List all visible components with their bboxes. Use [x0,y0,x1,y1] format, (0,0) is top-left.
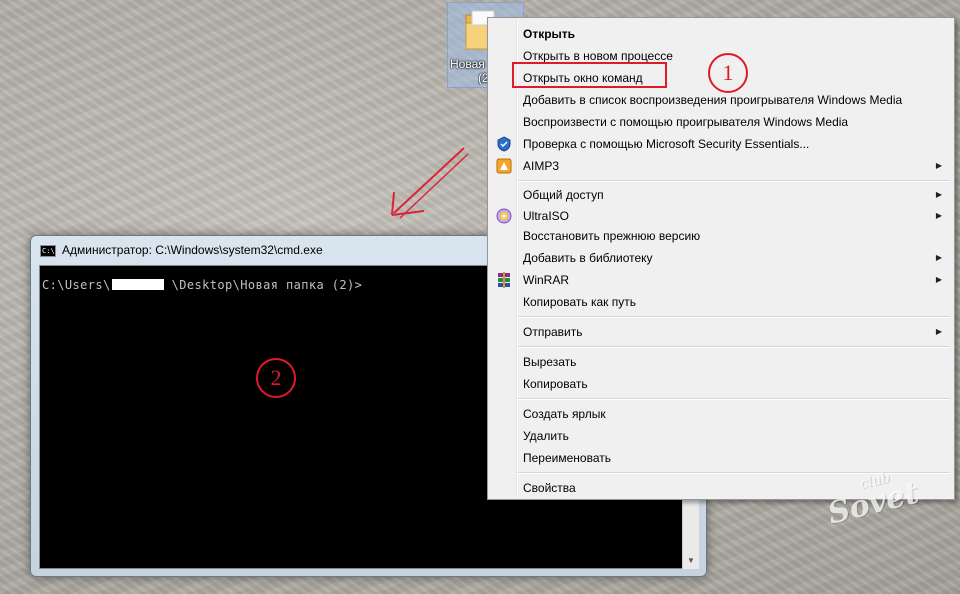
menu-item-label: Добавить в список воспроизведения проигр… [523,93,903,107]
menu-item-label: Удалить [523,429,569,443]
submenu-arrow-icon: ▶ [935,327,942,336]
menu-item-restore-previous-version[interactable]: Восстановить прежнюю версию [490,225,952,247]
menu-item-label: Копировать [523,377,588,391]
step-marker-2: 2 [256,358,296,398]
submenu-arrow-icon: ▶ [935,211,942,220]
ultraiso-icon [496,208,512,224]
menu-item-delete[interactable]: Удалить [490,425,952,447]
menu-item-aimp3[interactable]: AIMP3 ▶ [490,155,952,177]
menu-item-label: Переименовать [523,451,611,465]
menu-item-label: Восстановить прежнюю версию [523,229,701,243]
menu-separator [518,316,950,318]
menu-item-security-essentials-scan[interactable]: Проверка с помощью Microsoft Security Es… [490,133,952,155]
highlight-box-annotation [512,62,667,88]
menu-item-play-with-wmp[interactable]: Воспроизвести с помощью проигрывателя Wi… [490,111,952,133]
menu-separator [518,346,950,348]
menu-item-send-to[interactable]: Отправить ▶ [490,321,952,343]
scroll-down-arrow-icon[interactable]: ▼ [683,555,699,567]
menu-item-label: Общий доступ [523,188,604,202]
cmd-window-title: Администратор: C:\Windows\system32\cmd.e… [62,243,323,257]
submenu-arrow-icon: ▶ [935,161,942,170]
censored-username [112,279,164,290]
aimp-icon [496,158,512,174]
step-marker-1: 1 [708,53,748,93]
menu-item-label: Копировать как путь [523,295,636,309]
menu-item-label: Отправить [523,325,583,339]
submenu-arrow-icon: ▶ [935,190,942,199]
menu-separator [518,398,950,400]
menu-item-winrar[interactable]: WinRAR ▶ [490,269,952,291]
menu-item-ultraiso[interactable]: UltraISO ▶ [490,205,952,227]
security-essentials-icon [497,136,511,152]
menu-item-add-to-library[interactable]: Добавить в библиотеку ▶ [490,247,952,269]
menu-item-copy-as-path[interactable]: Копировать как путь [490,291,952,313]
menu-separator [518,180,950,182]
menu-item-add-to-wmp-playlist[interactable]: Добавить в список воспроизведения проигр… [490,89,952,111]
menu-item-label: Проверка с помощью Microsoft Security Es… [523,137,810,151]
menu-item-copy[interactable]: Копировать [490,373,952,395]
cmd-app-icon: C:\ [40,245,56,257]
menu-item-label: Добавить в библиотеку [523,251,653,265]
menu-item-rename[interactable]: Переименовать [490,447,952,469]
menu-item-sharing[interactable]: Общий доступ ▶ [490,184,952,206]
submenu-arrow-icon: ▶ [935,253,942,262]
menu-item-create-shortcut[interactable]: Создать ярлык [490,403,952,425]
menu-item-label: Создать ярлык [523,407,606,421]
cmd-prompt-text: C:\Users\ \Desktop\Новая папка (2)> [42,278,363,292]
red-arrow-annotation [391,147,469,219]
menu-item-open[interactable]: Открыть [490,23,952,45]
menu-item-label: Воспроизвести с помощью проигрывателя Wi… [523,115,849,129]
menu-item-label: Свойства [523,481,576,495]
winrar-icon [498,272,510,288]
menu-item-label: Вырезать [523,355,577,369]
menu-item-label: UltraISO [523,209,570,223]
menu-item-label: Открыть [523,27,576,41]
submenu-arrow-icon: ▶ [935,275,942,284]
menu-item-cut[interactable]: Вырезать [490,351,952,373]
menu-item-label: WinRAR [523,273,570,287]
menu-item-label: AIMP3 [523,159,560,173]
